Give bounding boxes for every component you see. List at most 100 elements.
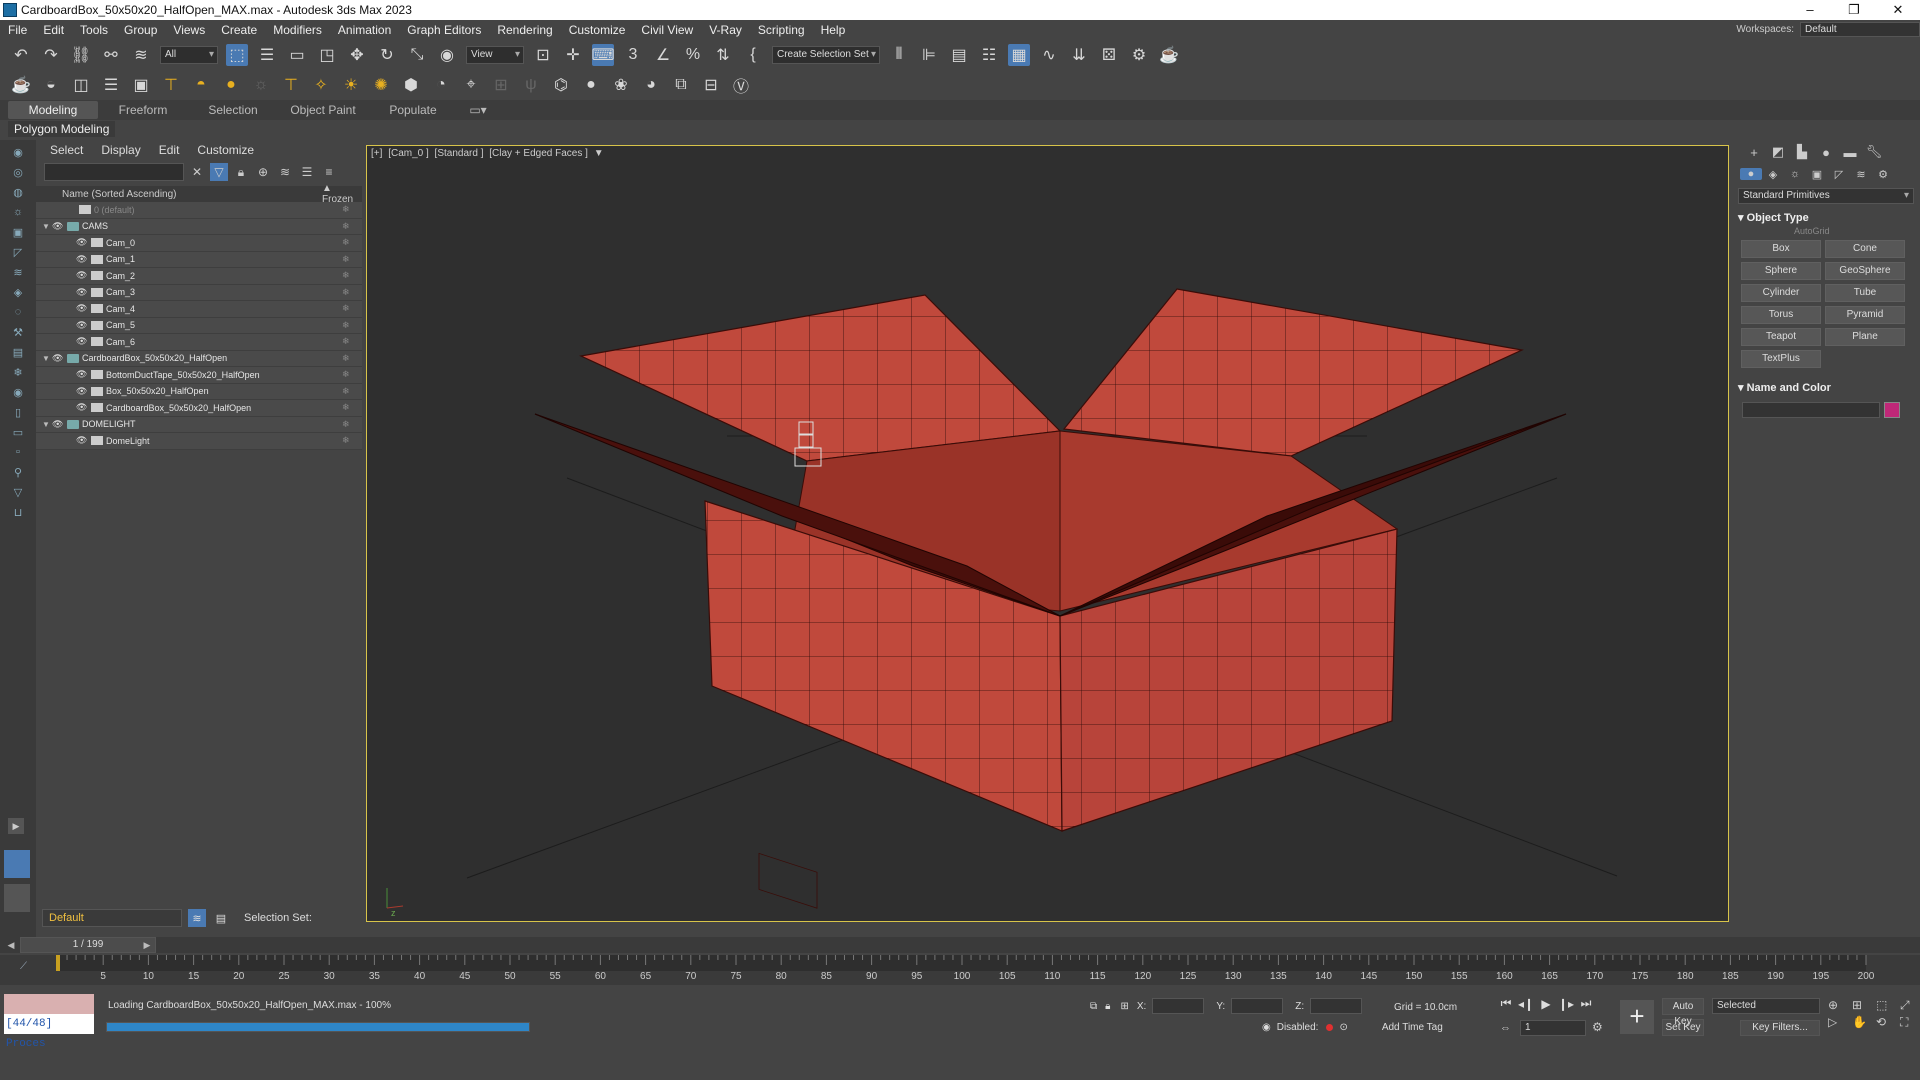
undo-icon[interactable]: ↶ (10, 44, 32, 66)
display-shapes-icon[interactable]: ◍ (10, 184, 26, 200)
maximize-viewport-icon[interactable]: ⛶ (1900, 1015, 1920, 1030)
visibility-eye-icon[interactable]: 👁︎ (76, 435, 88, 446)
shapes-icon[interactable]: ◈ (1762, 168, 1784, 181)
z-field[interactable] (1310, 998, 1363, 1014)
display-hidden-icon[interactable]: ◉ (10, 384, 26, 400)
vray-tools-icon[interactable]: ⊟ (700, 74, 722, 96)
explorer-row[interactable]: ▼ 👁︎ DOMELIGHT ❄ (36, 416, 362, 433)
cylinder-button[interactable]: Cylinder (1741, 284, 1821, 302)
isolate-icon[interactable]: ⧉ (1090, 1001, 1097, 1012)
display-frozen-icon[interactable]: ❄ (10, 364, 26, 380)
motion-tab-icon[interactable]: ● (1814, 145, 1838, 160)
vray-ipr-icon[interactable]: ◒ (40, 74, 62, 96)
ribbon-options-icon[interactable]: ▭▾ (458, 101, 498, 119)
primitive-type-dropdown[interactable]: Standard Primitives (1738, 188, 1914, 204)
vray-decal-icon[interactable]: ⊞ (490, 74, 512, 96)
display-all-icon[interactable]: ▯ (10, 404, 26, 420)
menu-file[interactable]: File (0, 20, 35, 40)
vray-render-icon[interactable]: ☕ (10, 74, 32, 96)
explorer-row[interactable]: 0 (default) ❄ (36, 202, 362, 219)
menu-vray[interactable]: V-Ray (701, 20, 750, 40)
vray-cosmos-icon[interactable]: ◕ (640, 74, 662, 96)
explorer-row[interactable]: 👁︎ Cam_4 ❄ (36, 301, 362, 318)
menu-graph-editors[interactable]: Graph Editors (399, 20, 489, 40)
lights-icon[interactable]: ☼ (1784, 168, 1806, 180)
track-bar[interactable]: 5 10 15 20 25 30 35 40 45 50 55 60 65 70 75 80 85 90 95 100… (0, 955, 1920, 985)
next-frame-icon[interactable]: ❙▸ (1556, 997, 1576, 1011)
clear-search-icon[interactable]: ✕ (188, 163, 206, 181)
tab-selection[interactable]: Selection (188, 101, 278, 119)
vray-ies-icon[interactable]: ☼ (250, 74, 272, 96)
plane-button[interactable]: Plane (1825, 328, 1905, 346)
frozen-icon[interactable]: ❄ (342, 435, 362, 446)
layers-icon[interactable]: ≋ (276, 163, 294, 181)
menu-customize[interactable]: Customize (561, 20, 634, 40)
explorer-row[interactable]: 👁︎ Cam_5 ❄ (36, 317, 362, 334)
spacewarps-icon[interactable]: ≋ (1850, 168, 1872, 181)
display-tab-icon[interactable]: ▬ (1838, 145, 1862, 160)
menu-scripting[interactable]: Scripting (750, 20, 813, 40)
vray-material-icon[interactable]: ● (580, 74, 602, 96)
zoom-icon[interactable]: ⊕ (1828, 998, 1850, 1013)
degradation-icon[interactable]: ◉ (1262, 1022, 1271, 1033)
display-spacewarps-icon[interactable]: ≋ (10, 264, 26, 280)
vray-light-icon[interactable]: ⊤ (160, 74, 182, 96)
explorer-row[interactable]: 👁︎ Cam_1 ❄ (36, 251, 362, 268)
curve-editor-icon[interactable]: ∿ (1038, 44, 1060, 66)
select-by-name-icon[interactable]: ☰ (256, 44, 278, 66)
percent-snap-icon[interactable]: % (682, 44, 704, 66)
visibility-eye-icon[interactable]: 👁︎ (52, 419, 64, 430)
tab-populate[interactable]: Populate (368, 101, 458, 119)
tab-object-paint[interactable]: Object Paint (278, 101, 368, 119)
x-field[interactable] (1152, 998, 1205, 1014)
frozen-icon[interactable]: ❄ (342, 254, 362, 265)
explorer-row[interactable]: ▼ 👁︎ CAMS ❄ (36, 218, 362, 235)
explorer-row[interactable]: 👁︎ CardboardBox_50x50x20_HalfOpen ❄ (36, 400, 362, 417)
explorer-row[interactable]: 👁︎ Cam_6 ❄ (36, 334, 362, 351)
explorer-menu-edit[interactable]: Edit (159, 143, 180, 157)
new-layer-icon[interactable]: ⊕ (254, 163, 272, 181)
reference-coordinate-dropdown[interactable]: View (466, 46, 524, 64)
display-references-icon[interactable]: ▫ (10, 444, 26, 460)
select-manipulate-icon[interactable]: ✛ (562, 44, 584, 66)
display-none-icon[interactable]: ◉ (10, 144, 26, 160)
lock-selection-icon[interactable]: 🔒︎ (1105, 1001, 1110, 1012)
workspaces-select[interactable]: Default (1800, 22, 1920, 37)
key-mode-toggle-icon[interactable]: ⇔ (1500, 1022, 1511, 1034)
name-color-rollout[interactable]: Name and Color (1738, 380, 1914, 396)
visibility-eye-icon[interactable]: 👁︎ (76, 303, 88, 314)
explorer-row[interactable]: ▼ 👁︎ CardboardBox_50x50x20_HalfOpen ❄ (36, 350, 362, 367)
placement-icon[interactable]: ◉ (436, 44, 458, 66)
keyboard-shortcut-override-icon[interactable]: ⌨ (591, 44, 615, 66)
time-slider-next-icon[interactable]: ▶ (140, 937, 154, 953)
explorer-menu-customize[interactable]: Customize (197, 143, 254, 157)
maxscript-output[interactable] (4, 994, 94, 1014)
zoom-extents-all-icon[interactable]: ⤢ (1900, 998, 1920, 1013)
tube-button[interactable]: Tube (1825, 284, 1905, 302)
rotate-icon[interactable]: ↻ (376, 44, 398, 66)
selection-region-icon[interactable]: ▭ (286, 44, 308, 66)
vray-material-lib-icon[interactable]: ❀ (610, 74, 632, 96)
render-setup-icon[interactable]: ⚙ (1128, 44, 1150, 66)
close-button[interactable]: ✕ (1876, 0, 1920, 20)
visibility-eye-icon[interactable]: 👁︎ (76, 369, 88, 380)
align-icon[interactable]: ⊫ (918, 44, 940, 66)
explorer-row[interactable]: 👁︎ Cam_3 ❄ (36, 284, 362, 301)
maxscript-listener[interactable]: [44/48] Proces (4, 994, 94, 1050)
time-slider[interactable]: 1 / 199 (20, 937, 156, 953)
visibility-eye-icon[interactable]: 👁︎ (52, 221, 64, 232)
teapot-button[interactable]: Teapot (1741, 328, 1821, 346)
explorer-search-input[interactable] (44, 163, 184, 181)
vray-fur-icon[interactable]: ◔ (430, 74, 452, 96)
link-icon[interactable]: ⛓ (70, 44, 92, 66)
vray-sun-icon[interactable]: ☀ (340, 74, 362, 96)
current-frame-field[interactable]: 1 (1520, 1020, 1586, 1036)
frozen-icon[interactable]: ❄ (342, 369, 362, 380)
frozen-icon[interactable]: ❄ (342, 320, 362, 331)
absolute-mode-icon[interactable]: ⊞ (1120, 1001, 1128, 1012)
layer-explorer-toggle[interactable] (4, 884, 30, 912)
expand-toggle-icon[interactable]: ▼ (42, 222, 52, 231)
auto-key-button[interactable]: Auto Key (1662, 998, 1704, 1027)
pivot-center-icon[interactable]: ⊡ (532, 44, 554, 66)
window-crossing-icon[interactable]: ◳ (316, 44, 338, 66)
